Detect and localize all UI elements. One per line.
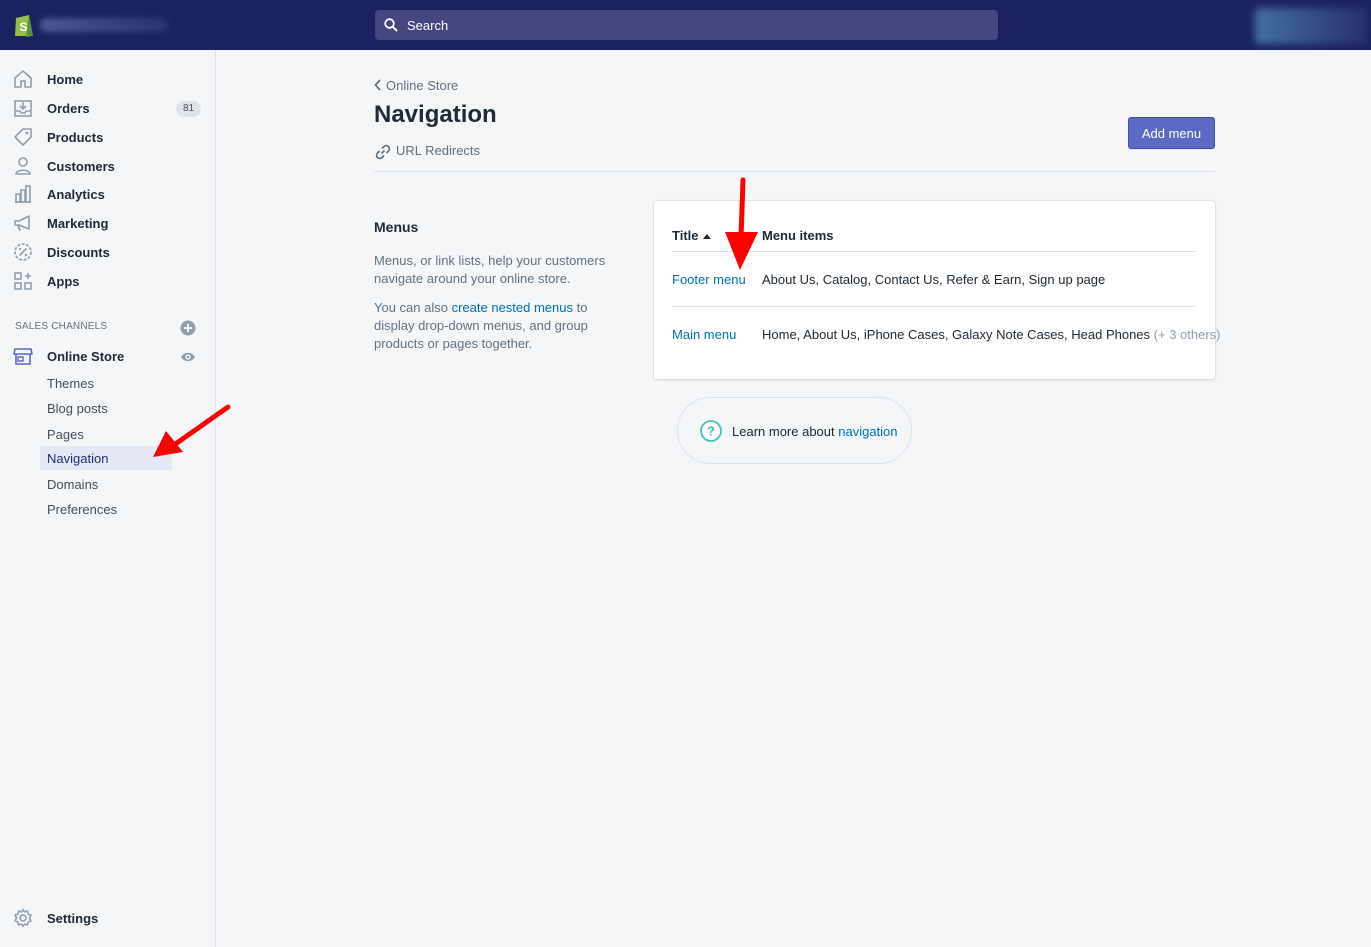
sidebar-subitem-preferences[interactable]: Preferences <box>40 497 172 521</box>
shopify-bag-icon[interactable]: S <box>13 12 35 38</box>
learn-more-prefix: Learn more about <box>732 424 839 439</box>
sidebar-item-label: Analytics <box>47 187 105 202</box>
search-bar[interactable]: Search <box>375 10 998 40</box>
breadcrumb-label: Online Store <box>386 78 459 93</box>
sidebar-item-customers[interactable]: Customers <box>0 152 215 180</box>
sidebar-subitem-label: Pages <box>47 427 84 442</box>
discount-icon <box>14 243 32 261</box>
sidebar-item-orders[interactable]: Orders 81 <box>0 94 215 122</box>
sidebar-item-label: Marketing <box>47 216 109 231</box>
menus-description: Menus, or link lists, help your customer… <box>374 253 606 286</box>
header-divider <box>374 171 1215 172</box>
navigation-help-link[interactable]: navigation <box>838 424 897 439</box>
sidebar-subitem-label: Preferences <box>47 502 118 517</box>
menus-description-nested: You can also create nested menus to disp… <box>374 299 614 353</box>
sidebar-subitem-themes[interactable]: Themes <box>40 371 172 395</box>
chevron-left-icon <box>374 79 381 91</box>
title-header-label: Title <box>672 228 699 243</box>
help-circle-icon: ? <box>700 420 722 442</box>
sidebar-subitem-label: Blog posts <box>47 401 108 416</box>
add-channel-icon[interactable] <box>180 320 196 336</box>
megaphone-icon <box>14 215 30 232</box>
sidebar-item-label: Online Store <box>47 349 125 364</box>
sort-ascending-icon <box>702 234 711 239</box>
sidebar-item-label: Apps <box>47 274 80 289</box>
sidebar-item-label: Orders <box>47 101 90 116</box>
sidebar-item-marketing[interactable]: Marketing <box>0 209 215 237</box>
orders-icon <box>14 100 32 117</box>
sidebar-subitem-label: Domains <box>47 477 99 492</box>
menu-items-text: Home, About Us, iPhone Cases, Galaxy Not… <box>762 327 1151 342</box>
learn-more-callout: ? Learn more about navigation <box>677 397 912 464</box>
annotation-arrow-sidebar <box>153 404 231 457</box>
main-menu-link[interactable]: Main menu <box>672 327 736 342</box>
footer-menu-link[interactable]: Footer menu <box>672 272 746 287</box>
apps-icon <box>14 272 32 290</box>
sidebar-item-apps[interactable]: Apps <box>0 267 215 295</box>
gear-icon <box>14 908 32 928</box>
sidebar-item-label: Discounts <box>47 245 110 260</box>
account-menu[interactable] <box>1255 8 1367 44</box>
sidebar-subitem-label: Themes <box>47 376 94 391</box>
tag-icon <box>14 128 32 146</box>
home-icon <box>14 70 32 88</box>
table-row-items: Home, About Us, iPhone Cases, Galaxy Not… <box>762 327 1221 342</box>
svg-text:S: S <box>20 20 28 34</box>
sidebar-item-analytics[interactable]: Analytics <box>0 180 215 208</box>
search-icon <box>384 18 398 32</box>
desc-prefix: You can also <box>374 300 452 315</box>
eye-icon[interactable] <box>180 350 196 364</box>
sidebar-item-home[interactable]: Home <box>0 65 215 93</box>
sidebar: Home Orders 81 Products Customers Analyt… <box>0 50 216 947</box>
sidebar-item-discounts[interactable]: Discounts <box>0 238 215 266</box>
url-redirects-label: URL Redirects <box>396 143 481 158</box>
link-icon <box>375 144 391 160</box>
svg-text:?: ? <box>707 424 715 439</box>
sidebar-item-label: Customers <box>47 159 115 174</box>
menu-items-text: About Us, Catalog, Contact Us, Refer & E… <box>762 272 1106 287</box>
bar-chart-icon <box>15 185 31 203</box>
page-title: Navigation <box>374 101 497 128</box>
sidebar-item-settings[interactable]: Settings <box>0 904 215 932</box>
learn-more-text: Learn more about navigation <box>732 424 898 439</box>
table-row-items: About Us, Catalog, Contact Us, Refer & E… <box>762 272 1105 287</box>
store-name[interactable] <box>40 18 168 32</box>
person-icon <box>15 157 31 175</box>
title-column-header[interactable]: Title <box>672 228 711 243</box>
sidebar-item-label: Home <box>47 72 84 87</box>
create-nested-menus-link[interactable]: create nested menus <box>452 300 573 315</box>
menu-items-column-header: Menu items <box>762 228 834 243</box>
sidebar-item-label: Settings <box>47 911 99 926</box>
sales-channels-heading: SALES CHANNELS <box>15 321 108 332</box>
sidebar-item-label: Products <box>47 130 104 145</box>
menus-section-title: Menus <box>374 219 419 235</box>
others-count: (+ 3 others) <box>1153 327 1221 342</box>
sidebar-subitem-domains[interactable]: Domains <box>40 472 172 496</box>
sidebar-item-products[interactable]: Products <box>0 123 215 151</box>
sidebar-subitem-label: Navigation <box>47 451 109 466</box>
annotation-arrow-footer-menu <box>725 177 758 270</box>
search-placeholder: Search <box>407 18 449 33</box>
top-bar: S Search <box>0 0 1371 50</box>
add-menu-button[interactable]: Add menu <box>1128 117 1215 149</box>
store-icon <box>13 348 33 365</box>
orders-count-badge: 81 <box>176 101 201 117</box>
row-divider <box>672 306 1195 307</box>
